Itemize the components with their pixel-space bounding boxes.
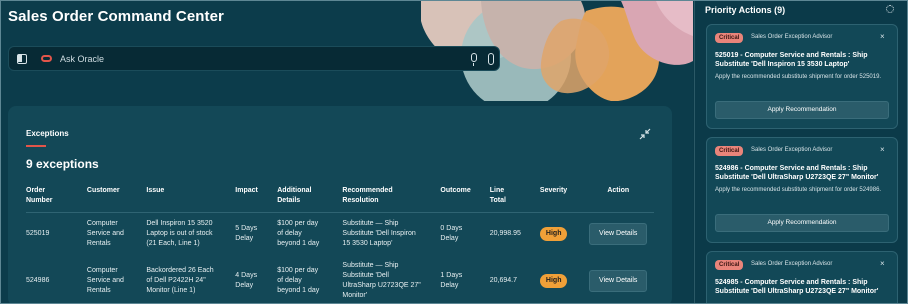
close-icon[interactable]: × (880, 32, 885, 41)
column-header[interactable]: Impact (220, 186, 263, 213)
severity-badge: High (539, 227, 568, 241)
recommended-resolution: Substitute — Ship Substitute 'Dell Inspi… (342, 220, 416, 247)
advisor-label: Sales Order Exception Advisor (751, 147, 833, 153)
impact: 4 Days Delay (235, 272, 258, 289)
close-icon[interactable]: × (880, 259, 885, 268)
card-description: Apply the recommended substitute shipmen… (715, 74, 882, 80)
search-input[interactable]: Ask Oracle (60, 54, 104, 64)
outcome: 1 Days Delay (440, 272, 463, 289)
line-total: 20,998.95 (489, 230, 521, 237)
action-cell: View Details (571, 253, 654, 303)
issue: Backordered 26 Each of Dell P2422H 24" M… (146, 267, 214, 294)
card-title: 525019 - Computer Service and Rentals : … (715, 52, 868, 68)
exceptions-panel: Exceptions 9 exceptions Order Number Cus… (8, 106, 672, 303)
column-header: Action (571, 186, 654, 213)
priority-actions-title: Priority Actions (9) (705, 5, 786, 15)
table-row: 525019 Computer Service and Rentals Dell… (26, 213, 654, 254)
view-details-button[interactable]: View Details (589, 223, 648, 245)
critical-badge: Critical (715, 260, 744, 270)
advisor-label: Sales Order Exception Advisor (751, 34, 833, 40)
priority-card: Critical Sales Order Exception Advisor ×… (706, 251, 898, 303)
customer: Computer Service and Rentals (86, 220, 124, 247)
order-number: 524986 (26, 277, 50, 284)
exceptions-table: Order Number Customer Issue Impact Addit… (26, 186, 654, 303)
critical-badge: Critical (715, 33, 744, 43)
critical-badge: Critical (715, 146, 744, 156)
card-description: Apply the recommended substitute shipmen… (715, 187, 882, 193)
apply-recommendation-button[interactable]: Apply Recommendation (715, 101, 889, 119)
page-title: Sales Order Command Center (8, 8, 224, 25)
order-number: 525019 (26, 230, 50, 237)
attachment-icon[interactable] (488, 53, 494, 65)
card-title: 524985 - Computer Service and Rentals : … (715, 279, 879, 295)
additional-details: $100 per day of delay beyond 1 day (277, 267, 320, 294)
column-header[interactable]: Recommended Resolution (327, 186, 426, 213)
severity-badge: High (539, 274, 568, 288)
column-header[interactable]: Customer (71, 186, 132, 213)
action-cell: View Details (571, 213, 654, 254)
collapse-icon[interactable] (639, 128, 651, 140)
recommended-resolution: Substitute — Ship Substitute 'Dell Ultra… (342, 262, 421, 299)
sidebar-toggle-icon[interactable] (17, 54, 27, 64)
close-icon[interactable]: × (880, 145, 885, 154)
column-header[interactable]: Severity (524, 186, 572, 213)
card-title: 524986 - Computer Service and Rentals : … (715, 165, 879, 181)
column-header[interactable]: Issue (131, 186, 221, 213)
priority-card: Critical Sales Order Exception Advisor ×… (706, 24, 898, 129)
view-details-button[interactable]: View Details (589, 270, 648, 292)
impact: 5 Days Delay (235, 225, 258, 242)
line-total: 20,694.7 (489, 277, 518, 284)
ask-oracle-search-bar[interactable]: Ask Oracle (8, 46, 500, 71)
panel-title-underline (26, 145, 46, 147)
panel-title: Exceptions (26, 129, 69, 138)
column-header[interactable]: Additional Details (262, 186, 328, 213)
customer: Computer Service and Rentals (86, 267, 124, 294)
severity-cell: High (525, 213, 572, 254)
issue: Dell Inspiron 15 3520 Laptop is out of s… (146, 220, 213, 247)
priority-actions-pane: Priority Actions (9) Critical Sales Orde… (694, 1, 907, 303)
main-area: Sales Order Command Center Ask Oracle Ex… (1, 1, 693, 303)
outcome: 0 Days Delay (440, 225, 463, 242)
table-row: 524986 Computer Service and Rentals Back… (26, 253, 654, 303)
advisor-label: Sales Order Exception Advisor (751, 261, 833, 267)
oracle-logo-icon (41, 55, 52, 62)
column-header[interactable]: Outcome (425, 186, 475, 213)
column-header[interactable]: Line Total (474, 186, 525, 213)
table-header-row: Order Number Customer Issue Impact Addit… (26, 186, 654, 213)
gear-icon[interactable] (886, 5, 894, 13)
apply-recommendation-button[interactable]: Apply Recommendation (715, 214, 889, 232)
additional-details: $100 per day of delay beyond 1 day (277, 220, 320, 247)
column-header[interactable]: Order Number (26, 186, 72, 213)
severity-cell: High (525, 253, 572, 303)
exceptions-count: 9 exceptions (26, 157, 99, 171)
priority-card: Critical Sales Order Exception Advisor ×… (706, 137, 898, 243)
microphone-icon[interactable] (471, 53, 477, 66)
